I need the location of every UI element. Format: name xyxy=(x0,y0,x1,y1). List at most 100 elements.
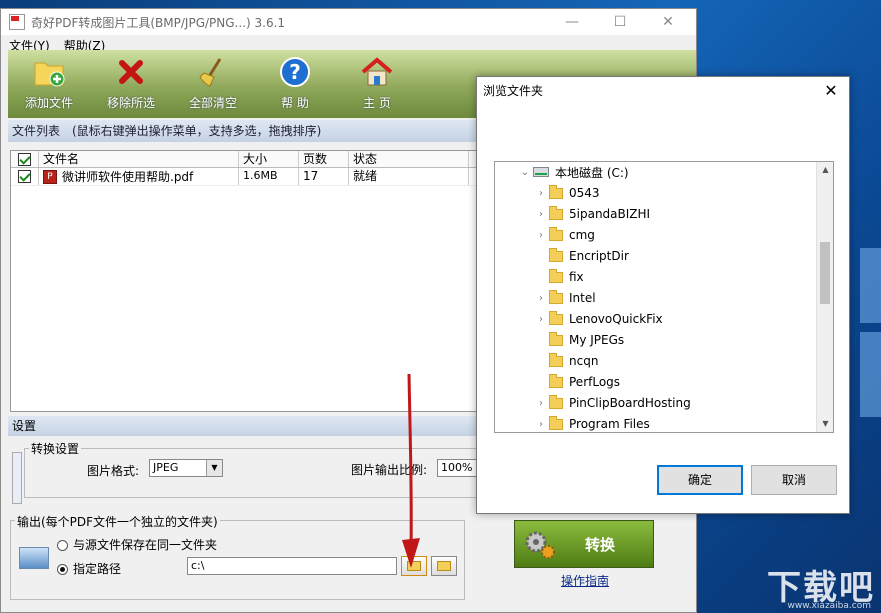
folder-icon xyxy=(549,415,563,430)
convert-button[interactable]: 转换 xyxy=(514,520,654,568)
same-folder-option[interactable]: 与源文件保存在同一文件夹 xyxy=(57,536,217,553)
app-icon xyxy=(9,14,25,30)
column-header-pages[interactable]: 页数 xyxy=(299,151,349,167)
file-status-cell: 就绪 xyxy=(349,168,469,185)
check-icon xyxy=(18,170,31,183)
folder-icon xyxy=(549,373,563,388)
broom-icon xyxy=(197,56,229,88)
expand-arrow-icon[interactable]: › xyxy=(533,314,549,325)
dialog-close-button[interactable]: ✕ xyxy=(819,79,843,103)
check-icon xyxy=(18,152,31,166)
folder-icon xyxy=(549,394,563,409)
file-name: 微讲师软件使用帮助.pdf xyxy=(62,169,194,184)
folder-icon xyxy=(549,352,563,367)
desktop-tile xyxy=(860,332,881,417)
drive-icon xyxy=(533,167,549,177)
add-file-button[interactable]: 添加文件 xyxy=(8,50,90,118)
tree-node-folder[interactable]: fix xyxy=(533,267,584,287)
output-image-icon xyxy=(19,547,49,569)
column-header-status[interactable]: 状态 xyxy=(349,151,469,167)
radio-custom-path[interactable] xyxy=(57,564,68,575)
close-button[interactable]: ✕ xyxy=(648,11,688,33)
chevron-down-icon: ▼ xyxy=(206,460,222,476)
tree-node-folder[interactable]: › 0543 xyxy=(533,183,600,203)
add-file-label: 添加文件 xyxy=(24,96,73,110)
tree-node-folder[interactable]: › Program Files xyxy=(533,414,650,432)
desktop-tile xyxy=(860,248,881,323)
help-button[interactable]: ? 帮 助 xyxy=(254,50,336,118)
folder-icon xyxy=(549,205,563,220)
tree-node-folder[interactable]: › PinClipBoardHosting xyxy=(533,393,691,413)
cancel-button[interactable]: 取消 xyxy=(751,465,837,495)
expand-arrow-icon[interactable]: › xyxy=(533,419,549,430)
operation-guide-link[interactable]: 操作指南 xyxy=(561,572,609,589)
image-format-select[interactable]: JPEG ▼ xyxy=(149,459,223,477)
add-file-icon xyxy=(33,56,65,88)
collapse-arrow-icon[interactable]: ⌄ xyxy=(517,167,533,178)
radio-same-folder[interactable] xyxy=(57,540,68,551)
home-button[interactable]: 主 页 xyxy=(336,50,418,118)
folder-label: My JPEGs xyxy=(569,333,625,347)
folder-icon xyxy=(549,247,563,262)
output-scale-input[interactable]: 100% xyxy=(437,459,481,477)
file-size-cell: 1.6MB xyxy=(239,168,299,185)
minimize-button[interactable]: — xyxy=(552,11,592,33)
file-pages-cell: 17 xyxy=(299,168,349,185)
folder-label: cmg xyxy=(569,228,595,242)
folder-label: EncriptDir xyxy=(569,249,629,263)
column-header-size[interactable]: 大小 xyxy=(239,151,299,167)
ok-button[interactable]: 确定 xyxy=(657,465,743,495)
column-header-name[interactable]: 文件名 xyxy=(39,151,239,167)
folder-label: Program Files xyxy=(569,417,650,431)
scroll-down-icon[interactable]: ▼ xyxy=(817,416,833,432)
custom-path-option[interactable]: 指定路径 xyxy=(57,560,121,577)
watermark-url: www.xiazaiba.com xyxy=(787,601,871,611)
expand-arrow-icon[interactable]: › xyxy=(533,398,549,409)
tree-node-folder[interactable]: EncriptDir xyxy=(533,246,629,266)
tree-node-folder[interactable]: › cmg xyxy=(533,225,595,245)
folder-icon xyxy=(549,184,563,199)
folder-label: LenovoQuickFix xyxy=(569,312,663,326)
clear-all-button[interactable]: 全部清空 xyxy=(172,50,254,118)
folder-label: PerfLogs xyxy=(569,375,621,389)
vertical-scrollbar[interactable]: ▲ ▼ xyxy=(816,162,833,432)
folder-icon xyxy=(549,310,563,325)
folder-label: ncqn xyxy=(569,354,599,368)
select-all-checkbox[interactable] xyxy=(11,151,39,167)
expand-arrow-icon[interactable]: › xyxy=(533,209,549,220)
dialog-title: 浏览文件夹 xyxy=(483,84,544,98)
home-icon xyxy=(361,56,393,88)
tree-node-folder[interactable]: › Intel xyxy=(533,288,596,308)
output-scale-value: 100% xyxy=(441,461,473,474)
maximize-button[interactable]: ☐ xyxy=(600,11,640,33)
scroll-up-icon[interactable]: ▲ xyxy=(817,162,833,178)
conversion-settings-legend: 转换设置 xyxy=(29,440,82,457)
clear-all-label: 全部清空 xyxy=(188,96,237,110)
output-legend: 输出(每个PDF文件一个独立的文件夹) xyxy=(15,513,220,530)
expand-arrow-icon[interactable]: › xyxy=(533,230,549,241)
scroll-thumb[interactable] xyxy=(820,242,830,304)
pdf-file-icon: P xyxy=(43,169,57,184)
open-folder-button[interactable] xyxy=(431,556,457,576)
image-format-label: 图片格式: xyxy=(87,464,140,478)
tree-node-folder[interactable]: My JPEGs xyxy=(533,330,624,350)
row-checkbox[interactable] xyxy=(11,168,39,185)
expand-arrow-icon[interactable]: › xyxy=(533,293,549,304)
output-path-input[interactable]: c:\ xyxy=(187,557,397,575)
file-name-cell: P 微讲师软件使用帮助.pdf xyxy=(39,168,239,185)
browse-folder-dialog: 浏览文件夹 ✕ ⌄ 本地磁盘 (C:) › 0543 › 5ipandaBIZHI › c… xyxy=(476,76,850,514)
window-title: 奇好PDF转成图片工具(BMP/JPG/PNG...) 3.6.1 xyxy=(31,15,286,30)
tree-node-drive-c[interactable]: ⌄ 本地磁盘 (C:) xyxy=(517,162,629,182)
remove-icon xyxy=(115,56,147,88)
remove-selected-button[interactable]: 移除所选 xyxy=(90,50,172,118)
settings-side-strip[interactable] xyxy=(12,452,22,504)
tree-node-folder[interactable]: › 5ipandaBIZHI xyxy=(533,204,650,224)
folder-tree[interactable]: ⌄ 本地磁盘 (C:) › 0543 › 5ipandaBIZHI › cmg Encrip… xyxy=(494,161,834,433)
home-label: 主 页 xyxy=(363,96,391,110)
expand-arrow-icon[interactable]: › xyxy=(533,188,549,199)
tree-node-folder[interactable]: › LenovoQuickFix xyxy=(533,309,663,329)
tree-node-folder[interactable]: PerfLogs xyxy=(533,372,620,392)
same-folder-label: 与源文件保存在同一文件夹 xyxy=(73,538,218,552)
tree-node-folder[interactable]: ncqn xyxy=(533,351,598,371)
close-icon: ✕ xyxy=(824,81,838,100)
